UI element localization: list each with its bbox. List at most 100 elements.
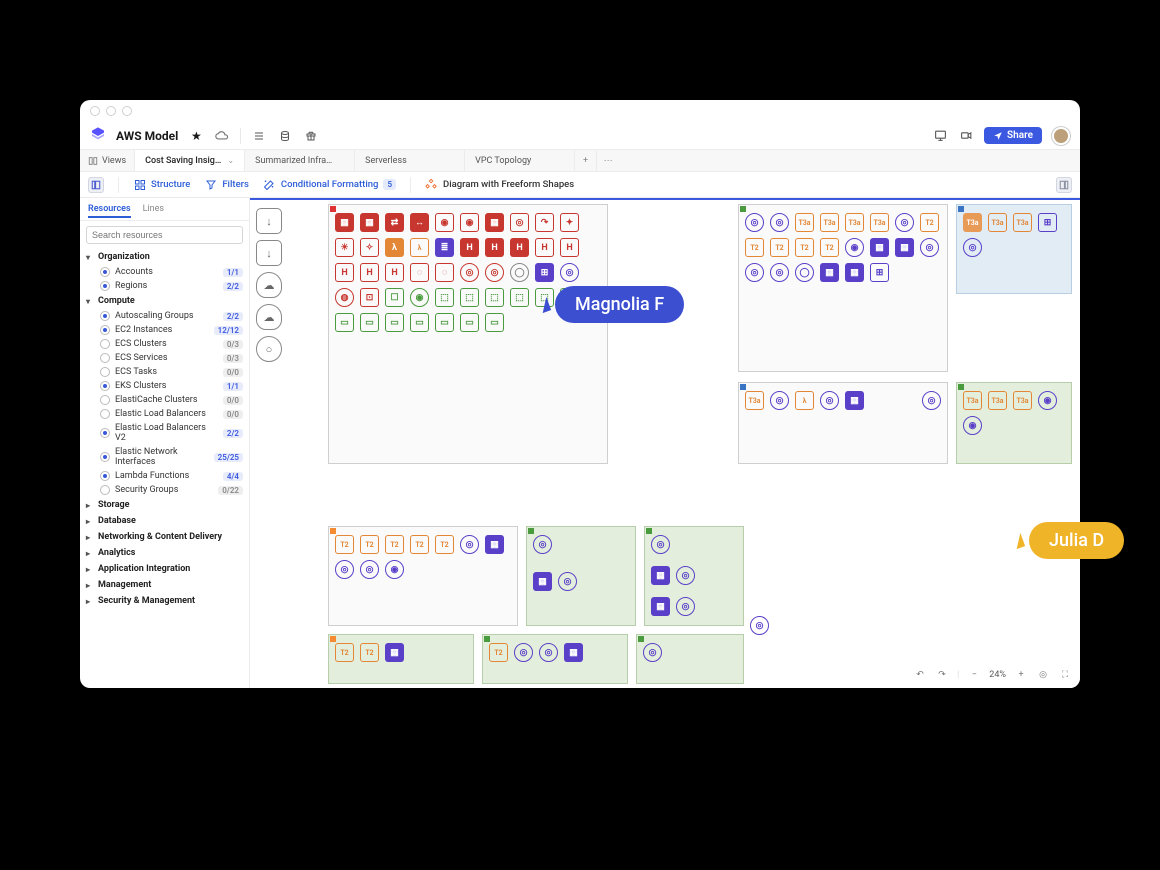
resource-tree[interactable]: ▾OrganizationAccounts1/1Regions2/2▾Compu… [80,249,249,688]
redo-icon[interactable]: ↷ [935,668,949,682]
tab-cost-saving[interactable]: Cost Saving Insig… ⌄ [135,150,245,171]
cluster-midright-gray[interactable]: T3a◎λ◎ ▦ ◎ [738,382,948,464]
menu-icon[interactable] [251,128,267,144]
header-bar: AWS Model ★ Share [80,122,1080,150]
resource-item[interactable]: EC2 Instances12/12 [80,323,249,337]
resource-item[interactable]: Regions2/2 [80,279,249,293]
tab-serverless[interactable]: Serverless [355,150,465,171]
group-header[interactable]: ▸Security & Management [80,593,249,609]
zoom-out-icon[interactable]: − [967,668,981,682]
share-button[interactable]: Share [984,127,1042,144]
traffic-zoom[interactable] [122,106,132,116]
window-titlebar [80,100,1080,122]
group-header[interactable]: ▸Networking & Content Delivery [80,529,249,545]
resource-item[interactable]: ECS Services0/3 [80,351,249,365]
sidebar-tab-resources[interactable]: Resources [88,202,131,218]
visibility-toggle-icon[interactable] [100,353,110,363]
group-header[interactable]: ▾Organization [80,249,249,265]
fullscreen-icon[interactable]: ⛶ [1058,668,1072,682]
resource-item[interactable]: Security Groups0/22 [80,483,249,497]
visibility-toggle-icon[interactable] [100,471,110,481]
visibility-toggle-icon[interactable] [100,381,110,391]
tab-overflow-button[interactable]: ⋯ [597,150,619,171]
visibility-toggle-icon[interactable] [100,428,110,438]
resource-item[interactable]: Autoscaling Groups2/2 [80,309,249,323]
visibility-toggle-icon[interactable] [100,367,110,377]
cluster-topright-gray[interactable]: ◎◎T3aT3aT3aT3a ◎T2T2T2T2T2 ◉▦▦◎◎◎ ◯▦▦⊞ [738,204,948,372]
diagram-mode-button[interactable]: Diagram with Freeform Shapes [425,178,574,191]
resource-item[interactable]: Elastic Network Interfaces25/25 [80,445,249,469]
fit-icon[interactable]: ◎ [1036,668,1050,682]
layout-toggle-icon[interactable] [88,177,104,193]
zoom-in-icon[interactable]: + [1014,668,1028,682]
cluster-az-1[interactable]: T3aT3aT3a ⊞◎ [956,204,1072,294]
traffic-minimize[interactable] [106,106,116,116]
visibility-toggle-icon[interactable] [100,281,110,291]
visibility-toggle-icon[interactable] [100,485,110,495]
filters-button[interactable]: Filters [204,178,249,191]
visibility-toggle-icon[interactable] [100,267,110,277]
cursor-user-magnolia: Magnolia F [540,286,684,323]
visibility-toggle-icon[interactable] [100,325,110,335]
search-input[interactable] [86,226,243,244]
views-toggle[interactable]: Views [80,150,135,171]
group-header[interactable]: ▸Management [80,577,249,593]
group-header[interactable]: ▸Application Integration [80,561,249,577]
visibility-toggle-icon[interactable] [100,339,110,349]
cluster-row2-1[interactable]: T2T2 ▦ [328,634,474,684]
stencil-cloud-icon[interactable]: ☁ [256,272,282,298]
group-header[interactable]: ▸Analytics [80,545,249,561]
group-header[interactable]: ▾Compute [80,293,249,309]
visibility-toggle-icon[interactable] [100,311,110,321]
cluster-main[interactable]: ▦▦⇄↔◉◉ ▦◎↷✦☀✧ λλ≣HH HHHHH H◌◌◎◎ ◯⊞◎◍⊡ ☐◉… [328,204,608,464]
visibility-toggle-icon[interactable] [100,395,110,405]
app-logo-icon [90,126,106,146]
zoom-level[interactable]: 24% [989,670,1006,680]
tab-vpc-topology[interactable]: VPC Topology [465,150,575,171]
cluster-row2-2[interactable]: T2◎◎ ▦ [482,634,628,684]
resource-item[interactable]: EKS Clusters1/1 [80,379,249,393]
cluster-green-small[interactable]: T3aT3aT3a ◉◉ [956,382,1072,464]
resource-item[interactable]: ECS Clusters0/3 [80,337,249,351]
video-icon[interactable] [958,128,974,144]
stencil-cloud2-icon[interactable]: ☁ [256,304,282,330]
resource-item[interactable]: Accounts1/1 [80,265,249,279]
cluster-green-2[interactable]: ◎ ▦◎ ▦◎ [644,526,744,626]
undo-icon[interactable]: ↶ [913,668,927,682]
cloud-sync-icon[interactable] [214,128,230,144]
visibility-toggle-icon[interactable] [100,409,110,419]
canvas-footer: ↶ ↷ | − 24% + ◎ ⛶ [913,668,1072,682]
user-avatar[interactable] [1052,127,1070,145]
cursor-pointer-icon [538,296,551,312]
tab-summarized-infra[interactable]: Summarized Infra… [245,150,355,171]
structure-button[interactable]: Structure [133,178,190,191]
sidebar-tab-lines[interactable]: Lines [143,202,164,218]
stencil-download-icon[interactable]: ↓ [256,208,282,234]
traffic-close[interactable] [90,106,100,116]
diagram-canvas[interactable]: ↓ ↓ ☁ ☁ ○ ▦▦⇄↔◉◉ ▦◎↷✦☀✧ λλ≣HH HHHHH H◌◌◎… [250,200,1080,688]
stencil-download2-icon[interactable]: ↓ [256,240,282,266]
resource-item[interactable]: Elastic Load Balancers0/0 [80,407,249,421]
cluster-green-1[interactable]: ◎ ▦◎ [526,526,636,626]
group-header[interactable]: ▸Database [80,513,249,529]
star-icon[interactable]: ★ [188,128,204,144]
stencil-column: ↓ ↓ ☁ ☁ ○ [254,204,294,366]
document-title[interactable]: AWS Model [116,129,178,143]
stack-icon[interactable] [277,128,293,144]
canvas-viewport[interactable]: ↓ ↓ ☁ ☁ ○ ▦▦⇄↔◉◉ ▦◎↷✦☀✧ λλ≣HH HHHHH H◌◌◎… [250,198,1080,688]
resource-item[interactable]: Lambda Functions4/4 [80,469,249,483]
resource-item[interactable]: Elastic Load Balancers V22/2 [80,421,249,445]
resource-item[interactable]: ECS Tasks0/0 [80,365,249,379]
visibility-toggle-icon[interactable] [100,452,110,462]
stencil-circle-icon[interactable]: ○ [256,336,282,362]
cluster-row2-3[interactable]: ◎ [636,634,744,684]
right-panel-toggle[interactable] [1056,177,1072,193]
add-tab-button[interactable]: + [575,150,597,171]
present-icon[interactable] [932,128,948,144]
conditional-formatting-button[interactable]: Conditional Formatting 5 [263,178,396,191]
resource-item[interactable]: ElastiCache Clusters0/0 [80,393,249,407]
cluster-bottom-gray[interactable]: T2T2T2T2T2 ◎▦◎◎ ◉ [328,526,518,626]
group-header[interactable]: ▸Storage [80,497,249,513]
gift-icon[interactable] [303,128,319,144]
floating-node[interactable]: ◎ [750,616,769,635]
